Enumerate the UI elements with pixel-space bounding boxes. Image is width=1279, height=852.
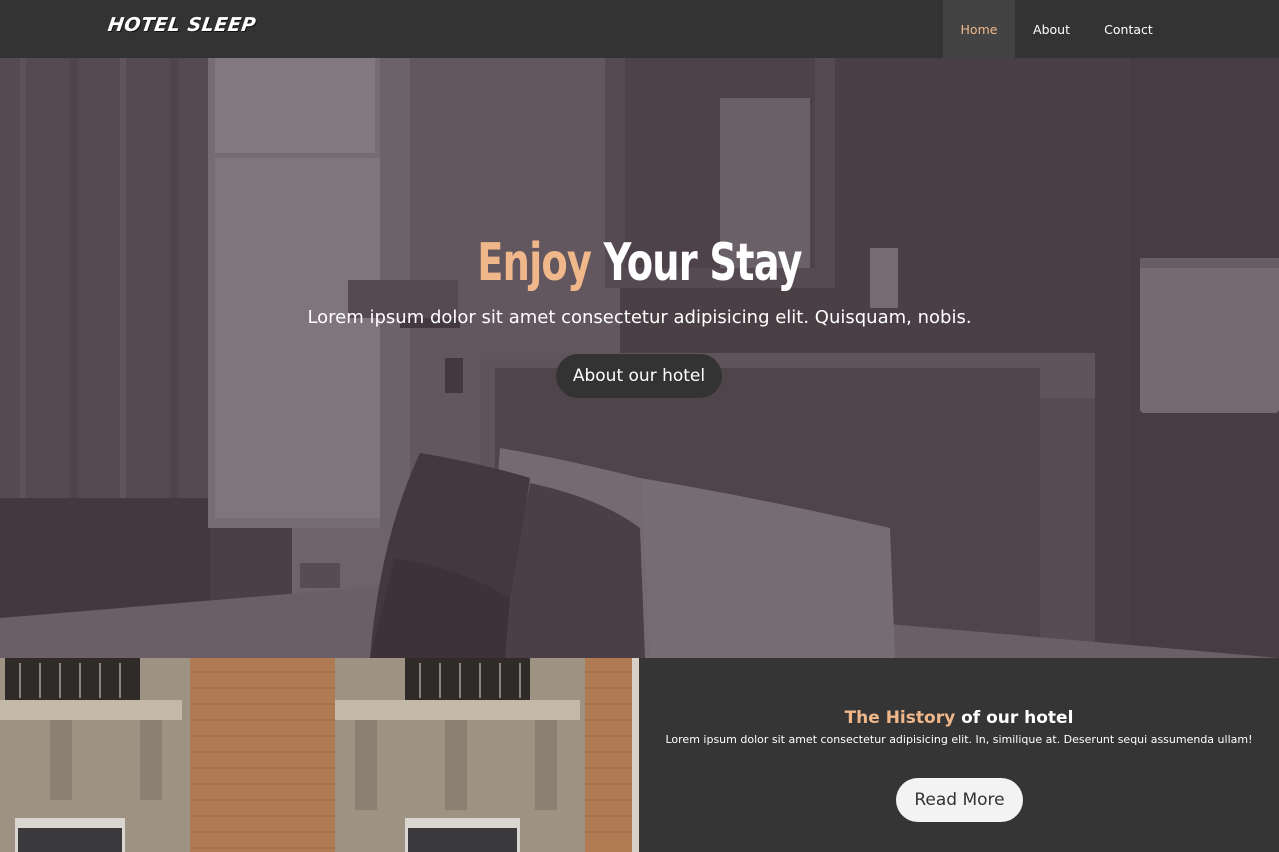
history-building-image	[0, 658, 639, 852]
about-hotel-button[interactable]: About our hotel	[556, 354, 722, 398]
brand-logo[interactable]: HOTEL SLEEP	[106, 14, 257, 36]
history-description: Lorem ipsum dolor sit amet consectetur a…	[665, 733, 1253, 746]
hero-title-rest: Your Stay	[591, 233, 803, 293]
nav-item-about[interactable]: About	[1015, 0, 1088, 58]
hero-title-accent: Enjoy	[477, 233, 592, 293]
nav-item-contact[interactable]: Contact	[1088, 0, 1169, 58]
building-facade-illustration	[0, 658, 639, 852]
read-more-button[interactable]: Read More	[896, 778, 1023, 822]
hero-title: Enjoy Your Stay	[115, 233, 1164, 293]
history-title-rest: of our hotel	[955, 708, 1074, 728]
history-title-accent: The History	[844, 708, 956, 728]
nav-item-home[interactable]: Home	[943, 0, 1015, 58]
hero-subtitle: Lorem ipsum dolor sit amet consectetur a…	[307, 307, 972, 328]
history-panel: The History of our hotel Lorem ipsum dol…	[639, 658, 1279, 852]
history-title: The History of our hotel	[639, 708, 1279, 728]
top-navbar: HOTEL SLEEP Home About Contact	[0, 0, 1279, 58]
hero-section: Enjoy Your Stay Lorem ipsum dolor sit am…	[0, 58, 1279, 658]
nav-menu: Home About Contact	[943, 0, 1169, 58]
